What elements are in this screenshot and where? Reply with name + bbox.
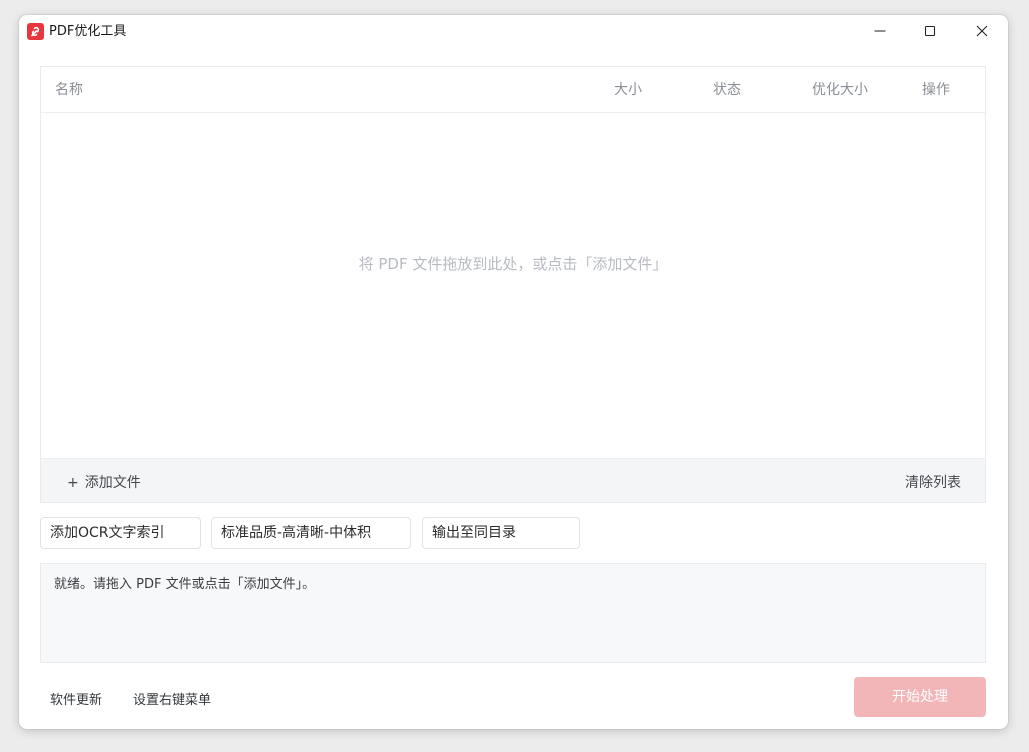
column-header-name[interactable]: 名称	[55, 81, 83, 99]
software-update-link[interactable]: 软件更新	[50, 689, 102, 708]
context-menu-settings-link[interactable]: 设置右键菜单	[133, 689, 211, 708]
ocr-option-select[interactable]: 添加OCR文字索引	[40, 517, 201, 549]
app-window: PDF优化工具 名称 大小 状态 优化大小 操作 将 PDF 文件拖放到此处，或…	[19, 15, 1008, 729]
output-location-select[interactable]: 输出至同目录	[422, 517, 580, 549]
log-output[interactable]: 就绪。请拖入 PDF 文件或点击「添加文件」。	[40, 563, 986, 663]
minimize-icon	[874, 30, 886, 32]
add-file-label: 添加文件	[84, 475, 141, 491]
maximize-icon	[924, 25, 936, 37]
quality-option-select[interactable]: 标准品质-高清晰-中体积	[211, 517, 411, 549]
column-header-status[interactable]: 状态	[713, 81, 741, 99]
column-header-optimized-size[interactable]: 优化大小	[812, 81, 868, 99]
app-logo-icon	[27, 23, 44, 40]
minimize-button[interactable]	[857, 15, 903, 47]
title-bar[interactable]: PDF优化工具	[19, 15, 1008, 49]
maximize-button[interactable]	[907, 15, 953, 47]
start-processing-button[interactable]: 开始处理	[854, 677, 986, 717]
close-icon	[976, 25, 988, 37]
window-title: PDF优化工具	[49, 24, 127, 39]
table-header: 名称 大小 状态 优化大小 操作	[41, 67, 985, 113]
add-file-button[interactable]: + 添加文件	[67, 472, 141, 492]
plus-icon: +	[67, 475, 79, 491]
drop-zone-hint: 将 PDF 文件拖放到此处，或点击「添加文件」	[358, 255, 668, 273]
close-button[interactable]	[959, 15, 1005, 47]
column-header-action[interactable]: 操作	[922, 81, 950, 99]
file-list-footer: + 添加文件 清除列表	[41, 458, 985, 502]
column-header-size[interactable]: 大小	[614, 81, 642, 99]
clear-list-button[interactable]: 清除列表	[905, 472, 961, 492]
file-list-panel[interactable]: 名称 大小 状态 优化大小 操作 将 PDF 文件拖放到此处，或点击「添加文件」…	[40, 66, 986, 503]
log-text: 就绪。请拖入 PDF 文件或点击「添加文件」。	[54, 577, 316, 592]
